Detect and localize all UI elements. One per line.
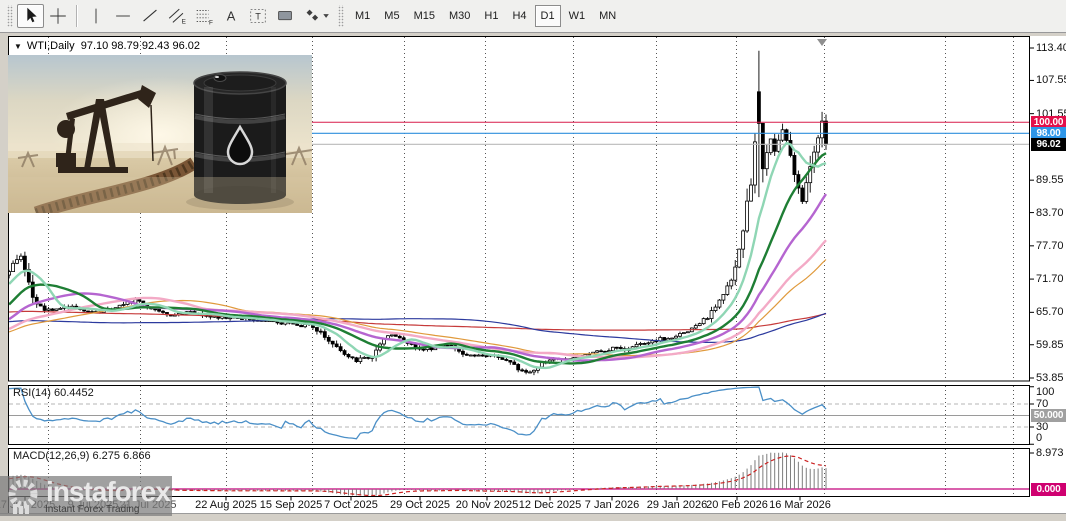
- text-icon: A: [220, 5, 242, 27]
- instaforex-logo-icon: [4, 478, 44, 516]
- timeframe-button-h4[interactable]: H4: [506, 5, 532, 27]
- svg-text:A: A: [226, 9, 235, 24]
- oil-photo-illustration: [8, 55, 312, 213]
- macd-panel-label: MACD(12,26,9) 6.275 6.866: [13, 450, 151, 462]
- price-axis[interactable]: [1030, 36, 1066, 497]
- chart-shift-marker-icon[interactable]: [817, 39, 827, 46]
- rsi-line: [9, 387, 826, 439]
- timeframe-button-w1[interactable]: W1: [563, 5, 592, 27]
- timeframe-button-mn[interactable]: MN: [593, 5, 622, 27]
- rectangle-tool-button[interactable]: [271, 4, 298, 28]
- vertical-line-icon: [85, 5, 107, 27]
- rsi-panel-label: RSI(14) 60.4452: [13, 387, 94, 399]
- fibonacci-icon: F: [193, 5, 215, 27]
- toolbar-gripper[interactable]: [7, 5, 13, 27]
- rsi-name: RSI(14): [13, 387, 51, 399]
- shapes-dropdown-icon: [300, 5, 332, 27]
- trading-terminal-window: E F A T M1M5M15M30H1H4D1W1MN: [0, 0, 1066, 521]
- vertical-line-tool-button[interactable]: [82, 4, 109, 28]
- crosshair-tool-button[interactable]: [44, 4, 71, 28]
- rsi-value: 60.4452: [54, 387, 94, 399]
- crosshair-icon: [47, 5, 69, 27]
- text-label-icon: T: [247, 5, 269, 27]
- toolbar-separator: [76, 5, 77, 27]
- fibonacci-tool-button[interactable]: F: [190, 4, 217, 28]
- svg-text:E: E: [181, 18, 185, 25]
- timeframe-button-m5[interactable]: M5: [378, 5, 405, 27]
- trendline-icon: [139, 5, 161, 27]
- symbol-label: WTI,Daily: [27, 40, 75, 52]
- text-label-tool-button[interactable]: T: [244, 4, 271, 28]
- chart-title: ▼ WTI,Daily 97.10 98.79 92.43 96.02: [14, 40, 200, 52]
- toolbar-gripper[interactable]: [338, 5, 344, 27]
- rectangle-icon: [274, 5, 296, 27]
- oil-photo-overlay: [8, 55, 312, 213]
- horizontal-line-tool-button[interactable]: [109, 4, 136, 28]
- timeframe-button-m15[interactable]: M15: [408, 5, 441, 27]
- watermark-tagline: Instant Forex Trading: [45, 504, 140, 515]
- timeframe-button-h1[interactable]: H1: [478, 5, 504, 27]
- toolbar: E F A T M1M5M15M30H1H4D1W1MN: [0, 0, 1066, 33]
- text-tool-button[interactable]: A: [217, 4, 244, 28]
- trendline-tool-button[interactable]: [136, 4, 163, 28]
- macd-name: MACD(12,26,9): [13, 450, 89, 462]
- cursor-tool-button[interactable]: [17, 4, 44, 28]
- macd-values: 6.275 6.866: [92, 450, 150, 462]
- timeframe-button-d1[interactable]: D1: [535, 5, 561, 27]
- cursor-icon: [20, 5, 42, 27]
- timeframe-button-m30[interactable]: M30: [443, 5, 476, 27]
- timeframe-button-m1[interactable]: M1: [349, 5, 376, 27]
- equidistant-channel-tool-button[interactable]: E: [163, 4, 190, 28]
- rsi-levels: [9, 404, 1029, 427]
- instaforex-watermark: instaforex Instant Forex Trading: [0, 476, 172, 516]
- equidistant-channel-icon: E: [166, 5, 188, 27]
- svg-text:T: T: [255, 12, 261, 22]
- horizontal-line-icon: [112, 5, 134, 27]
- symbol-dropdown-icon[interactable]: ▼: [14, 42, 22, 51]
- shapes-dropdown-tool-button[interactable]: [298, 4, 334, 28]
- svg-text:F: F: [209, 19, 213, 26]
- ohlc-values: 97.10 98.79 92.43 96.02: [81, 40, 200, 52]
